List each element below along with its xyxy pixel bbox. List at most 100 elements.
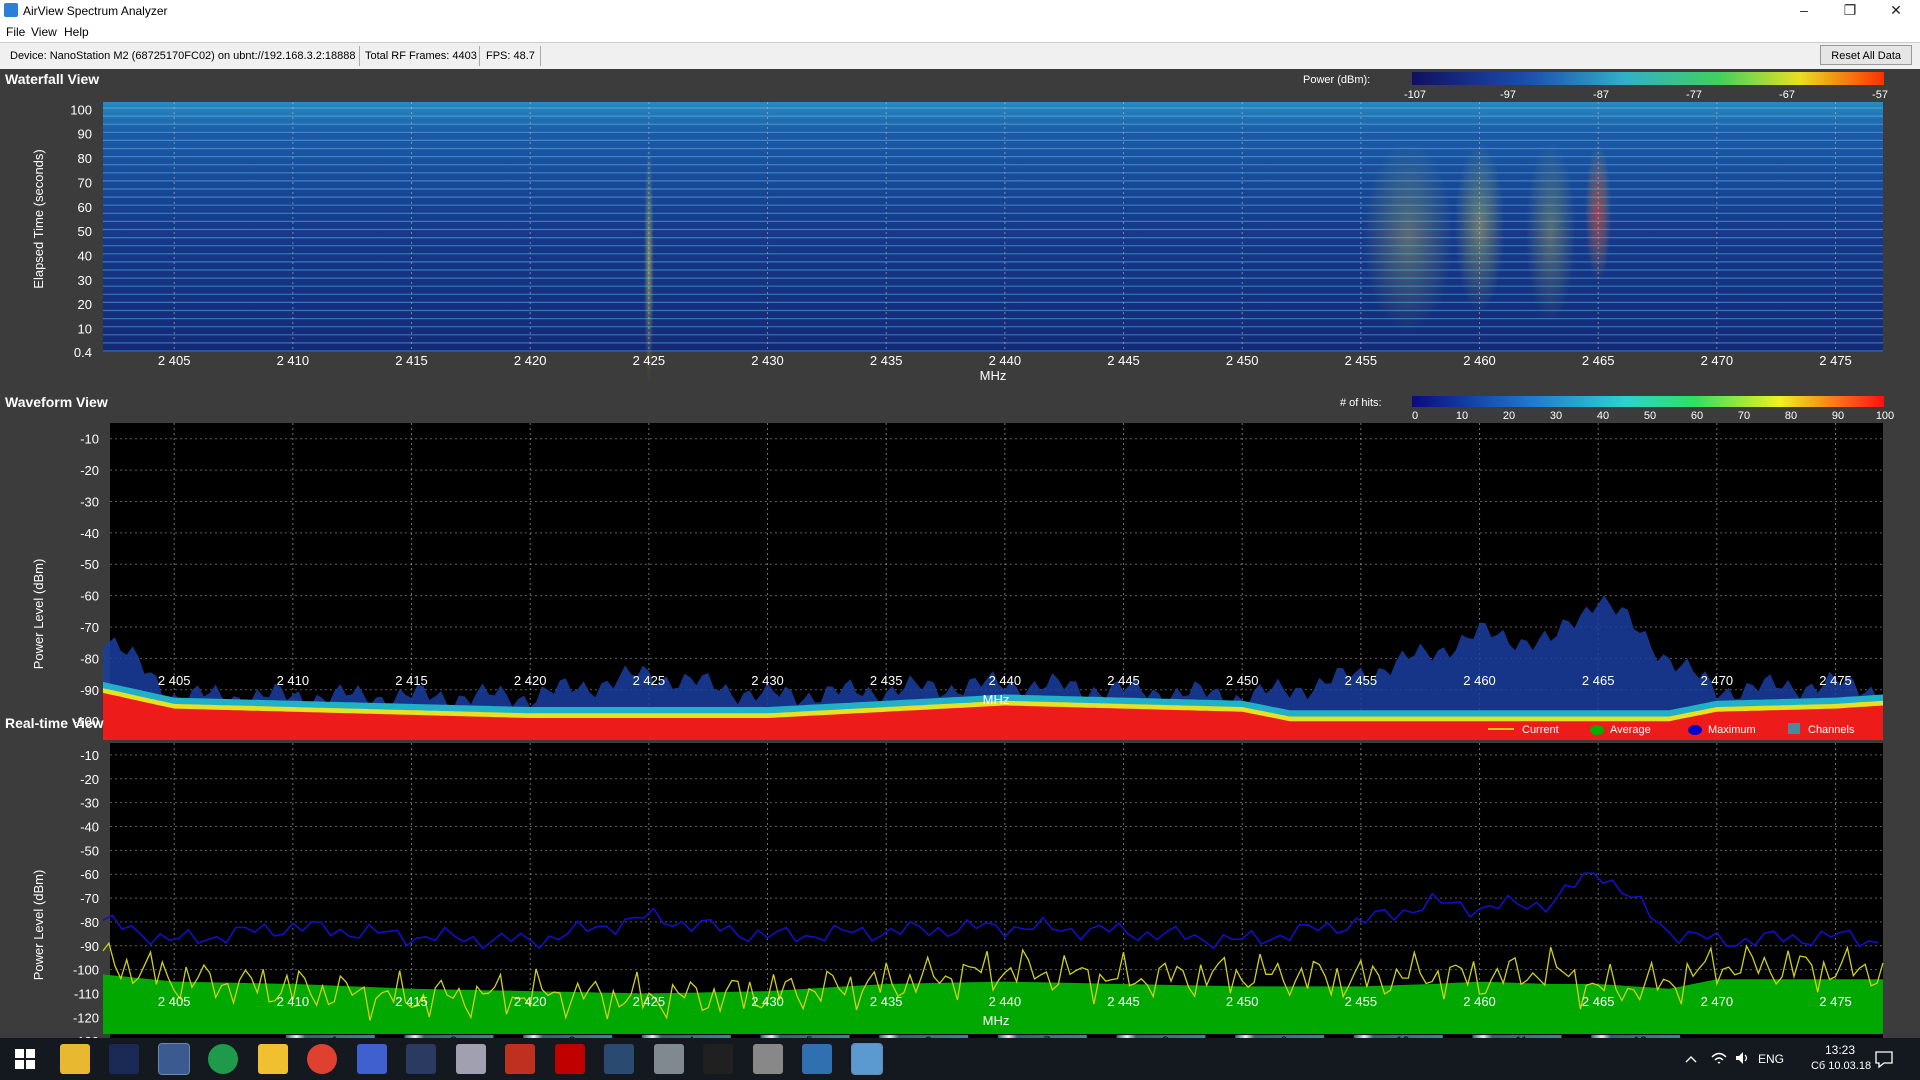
realtime-ytick: -20 xyxy=(80,772,99,787)
waterfall-ytick: 90 xyxy=(78,127,92,142)
realtime-xtick: 2 445 xyxy=(1107,994,1140,1009)
notifications-icon[interactable] xyxy=(1874,1049,1894,1069)
minimize-icon[interactable]: – xyxy=(1781,0,1827,22)
restore-icon[interactable]: ❐ xyxy=(1827,0,1873,22)
device-info: Device: NanoStation M2 (68725170FC02) on… xyxy=(10,50,356,62)
half-life-icon[interactable] xyxy=(505,1044,535,1074)
waveform-ytick: -60 xyxy=(80,589,99,604)
acrobat-icon[interactable] xyxy=(554,1044,585,1074)
waveform-xtick: 2 450 xyxy=(1226,673,1259,688)
s-app-icon[interactable] xyxy=(208,1044,238,1074)
hits-legend-tick: 50 xyxy=(1644,410,1656,422)
realtime-ylabel: Power Level (dBm) xyxy=(31,870,46,981)
hits-legend-tick: 40 xyxy=(1597,410,1609,422)
realtime-xtick: 2 475 xyxy=(1819,994,1852,1009)
realtime-ytick: -110 xyxy=(74,987,99,1002)
window-title: AirView Spectrum Analyzer xyxy=(23,4,168,18)
language-indicator[interactable]: ENG xyxy=(1758,1052,1784,1066)
hits-colorbar xyxy=(1412,396,1884,407)
waterfall-xtick: 2 410 xyxy=(277,353,310,368)
printer-icon[interactable] xyxy=(653,1044,684,1074)
realtime-ytick: -50 xyxy=(80,843,99,858)
power-legend-tick: -57 xyxy=(1872,89,1888,101)
waterfall-xtick: 2 445 xyxy=(1107,353,1140,368)
network-tool-icon[interactable] xyxy=(356,1044,387,1074)
waveform-ytick: -40 xyxy=(80,526,99,541)
clock-time[interactable]: 13:23 xyxy=(1810,1043,1870,1057)
menu-bar: File View Help xyxy=(0,22,1920,42)
waterfall-xtick: 2 425 xyxy=(633,353,666,368)
realtime-xtick: 2 425 xyxy=(633,994,666,1009)
waveform-xtick: 2 425 xyxy=(633,673,666,688)
hits-legend-tick: 80 xyxy=(1785,410,1797,422)
realtime-ytick: -30 xyxy=(80,796,99,811)
waveform-xtick: 2 465 xyxy=(1582,673,1615,688)
realtime-xtick: 2 460 xyxy=(1463,994,1496,1009)
wifi-icon[interactable] xyxy=(1710,1049,1728,1067)
airview-app-icon xyxy=(4,3,18,17)
waveform-xtick: 2 445 xyxy=(1107,673,1140,688)
waterfall-ytick: 0.4 xyxy=(74,345,92,360)
waterfall-title: Waterfall View xyxy=(5,71,99,87)
power-legend-tick: -67 xyxy=(1779,89,1795,101)
menu-view[interactable]: View xyxy=(31,25,57,39)
windows-start-icon[interactable] xyxy=(10,1044,40,1074)
moon-app-icon[interactable] xyxy=(406,1044,436,1074)
waveform-xtick: 2 430 xyxy=(751,673,784,688)
file-explorer-icon[interactable] xyxy=(59,1044,90,1074)
menu-file[interactable]: File xyxy=(6,25,25,39)
waterfall-ytick: 30 xyxy=(78,273,92,288)
waterfall-xtick: 2 470 xyxy=(1701,353,1734,368)
pen-app-icon[interactable] xyxy=(257,1044,288,1074)
chrome-icon[interactable] xyxy=(307,1044,337,1074)
rf-frames-count: Total RF Frames: 4403 xyxy=(365,50,477,62)
realtime-ytick: -120 xyxy=(73,1010,99,1025)
realtime-xlabel: MHz xyxy=(983,1013,1010,1028)
monitor-app-icon[interactable] xyxy=(802,1044,832,1074)
waveform-ytick: -90 xyxy=(80,683,99,698)
waveform-xtick: 2 410 xyxy=(277,673,310,688)
waterfall-xtick: 2 405 xyxy=(158,353,191,368)
waveform-xtick: 2 435 xyxy=(870,673,903,688)
realtime-ytick: -70 xyxy=(80,891,99,906)
taskbar: ENG 13:23 Сб 10.03.18 xyxy=(0,1038,1920,1080)
clock-date[interactable]: Сб 10.03.18 xyxy=(1796,1060,1886,1072)
waterfall-ytick: 80 xyxy=(78,151,92,166)
reset-all-data-button[interactable]: Reset All Data xyxy=(1820,45,1912,65)
waterfall-plot xyxy=(103,102,1883,352)
tray-chevron-up-icon[interactable] xyxy=(1683,1051,1699,1067)
app-icon[interactable] xyxy=(109,1044,139,1074)
volume-icon[interactable] xyxy=(1733,1049,1751,1067)
steam-icon[interactable] xyxy=(604,1044,634,1074)
power-legend-tick: -97 xyxy=(1500,89,1516,101)
realtime-xtick: 2 440 xyxy=(989,994,1022,1009)
terminal-icon[interactable] xyxy=(703,1044,733,1074)
realtime-xtick: 2 405 xyxy=(158,994,191,1009)
hits-legend-tick: 10 xyxy=(1456,410,1468,422)
wrench-app-icon[interactable] xyxy=(455,1044,486,1074)
waterfall-xtick: 2 420 xyxy=(514,353,547,368)
waveform-xtick: 2 460 xyxy=(1463,673,1496,688)
realtime-ytick: -40 xyxy=(80,820,99,835)
realtime-xtick: 2 415 xyxy=(395,994,428,1009)
waterfall-xtick: 2 430 xyxy=(751,353,784,368)
waterfall-ylabel: Elapsed Time (seconds) xyxy=(31,149,46,288)
waterfall-ytick: 10 xyxy=(78,322,92,337)
waterfall-ytick: 20 xyxy=(78,297,92,312)
airview-icon[interactable] xyxy=(850,1043,883,1075)
settings-icon[interactable] xyxy=(752,1044,783,1074)
menu-help[interactable]: Help xyxy=(64,25,89,39)
hits-legend-tick: 100 xyxy=(1876,410,1894,422)
realtime-xtick: 2 450 xyxy=(1226,994,1259,1009)
chart-area: Waterfall View Power (dBm): -107 -97 -87 -7… xyxy=(0,69,1920,1038)
legend-average-label: Average xyxy=(1610,724,1651,736)
legend-average-swatch xyxy=(1590,725,1604,735)
legend-maximum-swatch xyxy=(1688,725,1702,735)
hits-legend-tick: 60 xyxy=(1691,410,1703,422)
cube-icon[interactable] xyxy=(157,1043,190,1075)
realtime-xtick: 2 420 xyxy=(514,994,547,1009)
waterfall-ytick: 40 xyxy=(78,249,92,264)
close-icon[interactable]: ✕ xyxy=(1873,0,1919,22)
hits-legend-tick: 70 xyxy=(1738,410,1750,422)
realtime-xtick: 2 455 xyxy=(1345,994,1378,1009)
